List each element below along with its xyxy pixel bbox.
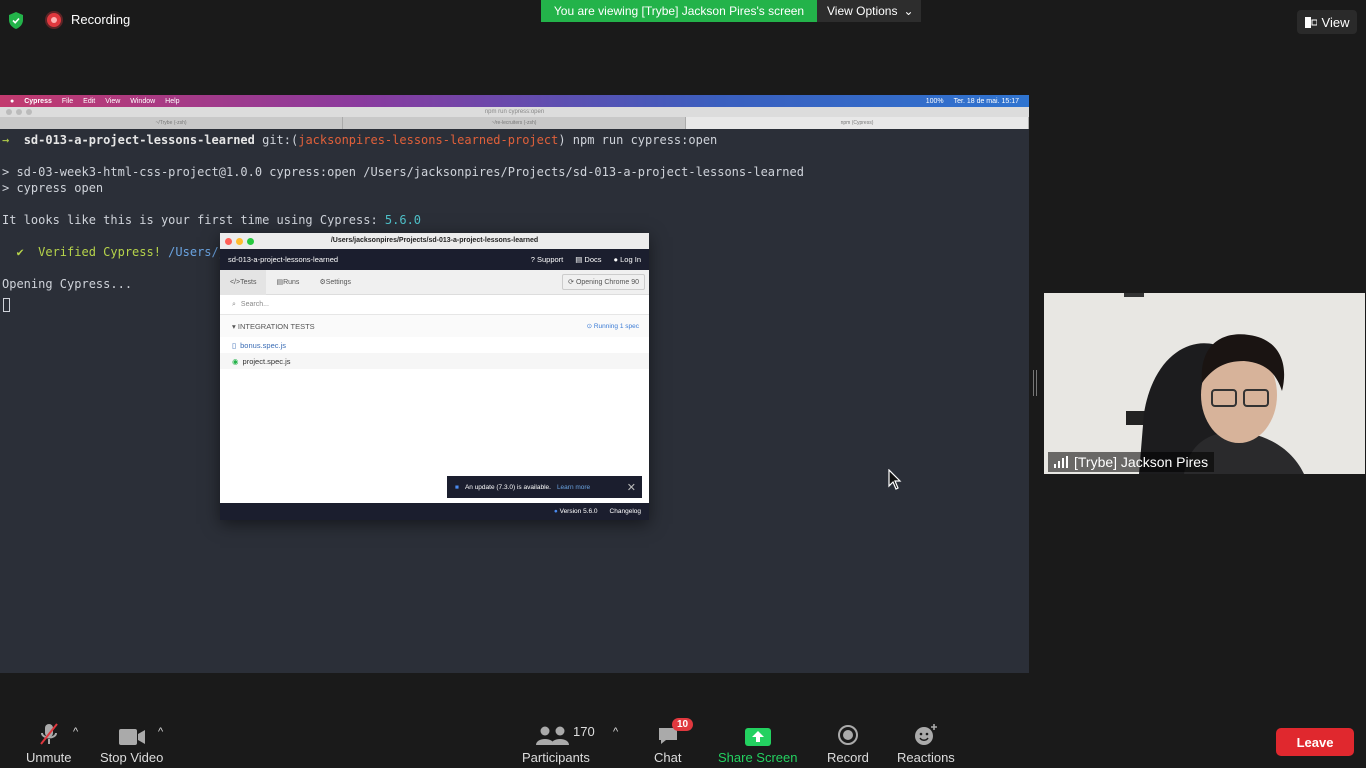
video-camera-icon (118, 722, 145, 746)
layout-icon (1304, 16, 1317, 28)
recording-icon (47, 13, 61, 27)
terminal-line: > cypress open (2, 181, 104, 195)
project-name: sd-013-a-project-lessons-learned (228, 255, 339, 264)
viewing-banner: You are viewing [Trybe] Jackson Pires's … (541, 0, 817, 22)
terminal-line: > sd-03-week3-html-css-project@1.0.0 cyp… (2, 165, 804, 179)
terminal-cursor (3, 298, 10, 312)
running-spec-icon: ◉ (232, 356, 239, 366)
mac-menubar: ● Cypress File Edit View Window Help 100… (0, 95, 1029, 107)
participants-count: 170 (573, 724, 595, 739)
record-button[interactable]: Record (827, 722, 869, 765)
recording-label: Recording (71, 12, 131, 27)
battery-text: 100% (925, 97, 944, 105)
audio-options-caret[interactable]: ^ (73, 726, 78, 738)
update-text: An update (7.3.0) is available. (464, 483, 551, 491)
cypress-footer: ● Version 5.6.0 Changelog (220, 503, 649, 520)
view-options-button[interactable]: View Options ⌄ (817, 0, 921, 22)
close-icon[interactable]: ✕ (627, 481, 636, 494)
version-link[interactable]: ● Version 5.6.0 (554, 508, 598, 515)
changelog-link[interactable]: Changelog (610, 508, 641, 515)
share-screen-button[interactable]: Share Screen (718, 722, 798, 765)
view-options-label: View Options (827, 4, 898, 18)
integration-tests-header[interactable]: ▾ INTEGRATION TESTS ⊙ Running 1 spec (220, 315, 649, 337)
clock-text: Ter. 18 de mai. 15:17 (953, 97, 1019, 105)
docs-link[interactable]: ▤ Docs (575, 255, 601, 264)
terminal-line: Opening Cypress... (2, 277, 133, 291)
chevron-down-icon: ⌄ (903, 4, 914, 18)
terminal-line: → sd-013-a-project-lessons-learned git:(… (2, 133, 718, 147)
stop-video-button[interactable]: Stop Video (100, 722, 163, 765)
terminal-output: → sd-013-a-project-lessons-learned git:(… (0, 129, 1029, 291)
leave-button[interactable]: Leave (1276, 728, 1354, 756)
share-screen-icon (744, 722, 771, 746)
shield-icon[interactable] (8, 12, 24, 29)
cypress-window: /Users/jacksonpires/Projects/sd-013-a-pr… (220, 233, 649, 520)
signal-icon (1054, 456, 1068, 468)
cypress-header: sd-013-a-project-lessons-learned ? Suppo… (220, 249, 649, 270)
reactions-button[interactable]: Reactions (897, 722, 955, 765)
spec-search[interactable]: ⌕ Search... (220, 295, 649, 315)
tab-runs[interactable]: ▤ Runs (266, 270, 309, 295)
terminal-tab: npm (Cypress) (686, 117, 1029, 129)
terminal-tabs: ~/Trybe (-zsh) ~/re-lecruiters (-zsh) np… (0, 117, 1029, 129)
meeting-toolbar: Unmute ^ Stop Video ^ Participants 170 ^… (0, 716, 1366, 768)
apple-icon: ● (10, 97, 15, 105)
truck-icon: ■ (455, 483, 459, 491)
menu-file: File (61, 97, 74, 105)
menu-help: Help (165, 97, 180, 105)
terminal-title: npm run cypress:open (484, 109, 545, 115)
browser-status[interactable]: ⟳ Opening Chrome 90 (562, 274, 645, 290)
panel-splitter-handle[interactable] (1033, 370, 1037, 396)
participants-options-caret[interactable]: ^ (613, 726, 618, 738)
participant-name-tag: [Trybe] Jackson Pires (1048, 452, 1215, 472)
update-notice: ■ An update (7.3.0) is available. Learn … (447, 476, 642, 498)
chat-unread-badge: 10 (672, 718, 694, 731)
view-label: View (1321, 14, 1350, 30)
spec-file-bonus[interactable]: ▯ bonus.spec.js (220, 337, 649, 353)
learn-more-link[interactable]: Learn more (557, 484, 590, 491)
tab-tests[interactable]: </> Tests (220, 269, 267, 295)
cypress-window-title: /Users/jacksonpires/Projects/sd-013-a-pr… (330, 237, 539, 244)
terminal-tab: ~/Trybe (-zsh) (0, 117, 343, 129)
running-status: ⊙ Running 1 spec (586, 323, 639, 330)
unmute-button[interactable]: Unmute (26, 722, 72, 765)
tab-settings[interactable]: ⚙ Settings (309, 270, 361, 295)
terminal-tab: ~/re-lecruiters (-zsh) (343, 117, 686, 129)
participants-icon (534, 722, 578, 746)
support-link[interactable]: ? Support (531, 255, 564, 264)
menu-window: Window (130, 97, 156, 105)
file-icon: ▯ (232, 340, 237, 350)
terminal-line: It looks like this is your first time us… (2, 213, 422, 227)
mouse-pointer-icon (888, 469, 902, 490)
video-options-caret[interactable]: ^ (158, 726, 163, 738)
terminal-line: ✔ Verified Cypress! /Users/j (2, 245, 226, 259)
search-icon: ⌕ (232, 300, 236, 308)
spec-file-project[interactable]: ◉ project.spec.js (220, 353, 649, 369)
emoji-icon (914, 722, 938, 746)
zoom-meeting-window: Recording You are viewing [Trybe] Jackso… (0, 0, 1366, 768)
menu-app: Cypress (24, 97, 52, 105)
participant-video[interactable]: [Trybe] Jackson Pires (1044, 293, 1365, 474)
view-button[interactable]: View (1297, 10, 1357, 34)
muted-mic-icon (38, 722, 60, 746)
terminal-titlebar: npm run cypress:open (0, 107, 1029, 117)
cypress-titlebar: /Users/jacksonpires/Projects/sd-013-a-pr… (220, 233, 649, 249)
cypress-tabs: </> Tests ▤ Runs ⚙ Settings ⟳ Opening Ch… (220, 269, 649, 295)
login-link[interactable]: ● Log In (614, 255, 641, 264)
menu-edit: Edit (83, 97, 96, 105)
menu-view: View (105, 97, 121, 105)
record-icon (837, 722, 859, 746)
participant-video-frame (1044, 293, 1365, 474)
search-input[interactable]: Search... (241, 301, 269, 308)
shared-screen: ● Cypress File Edit View Window Help 100… (0, 95, 1029, 673)
